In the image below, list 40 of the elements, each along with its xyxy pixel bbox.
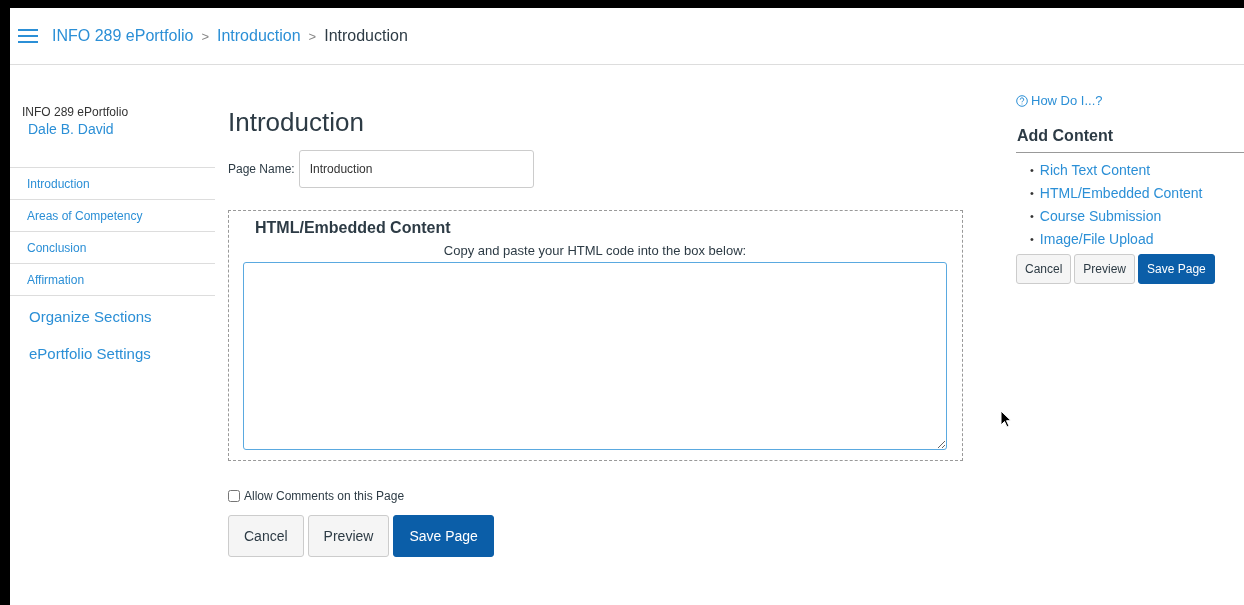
- add-content-link[interactable]: Rich Text Content: [1039, 159, 1151, 182]
- bullet: •: [1030, 209, 1034, 224]
- instruction-text: Copy and paste your HTML code into the box below:: [442, 243, 748, 258]
- html-code-field[interactable]: [243, 262, 947, 450]
- sidebar-link[interactable]: Organize Sections: [10, 296, 215, 333]
- page-title: Introduction: [228, 107, 365, 138]
- section-link[interactable]: Areas of Competency: [10, 200, 215, 232]
- help-link[interactable]: How Do I...?: [1016, 93, 1244, 108]
- block-title: HTML/Embedded Content: [255, 219, 452, 237]
- section-link[interactable]: Conclusion: [10, 232, 215, 264]
- secondary-button[interactable]: Cancel: [1016, 254, 1072, 284]
- help-icon: [1016, 94, 1028, 107]
- cursor-icon: [1000, 410, 1012, 428]
- owner-link[interactable]: Dale B. David: [10, 121, 215, 137]
- bullet: •: [1030, 163, 1034, 178]
- breadcrumb-link[interactable]: INFO 289 ePortfolio: [52, 27, 194, 45]
- field-label: Page Name:: [228, 162, 295, 176]
- save-button[interactable]: Save Page: [393, 515, 494, 557]
- bullet: •: [1030, 232, 1034, 247]
- add-content-link[interactable]: Course Submission: [1039, 205, 1162, 228]
- save-button[interactable]: Save Page: [1138, 254, 1215, 284]
- section-link[interactable]: Affirmation: [10, 264, 215, 296]
- section-link[interactable]: Introduction: [10, 168, 215, 200]
- breadcrumb-link[interactable]: Introduction: [217, 27, 301, 45]
- portfolio-name: INFO 289 ePortfolio: [21, 105, 130, 119]
- section-heading: Add Content: [1016, 108, 1244, 153]
- add-content-link[interactable]: Image/File Upload: [1039, 228, 1154, 251]
- secondary-button[interactable]: Preview: [307, 515, 390, 557]
- page-name-field[interactable]: Introduction: [298, 150, 534, 188]
- breadcrumb-separator: >: [201, 28, 209, 44]
- breadcrumb-current: Introduction: [324, 27, 408, 45]
- secondary-button[interactable]: Preview: [1074, 254, 1136, 284]
- menu-icon[interactable]: [18, 28, 38, 44]
- bullet: •: [1030, 186, 1034, 201]
- add-content-link[interactable]: HTML/Embedded Content: [1039, 182, 1203, 205]
- sidebar-link[interactable]: ePortfolio Settings: [10, 333, 215, 370]
- secondary-button[interactable]: Cancel: [228, 515, 304, 557]
- checkbox-label: Allow Comments on this Page: [244, 489, 405, 503]
- comments-checkbox[interactable]: [228, 490, 240, 502]
- breadcrumb-separator: >: [308, 28, 317, 44]
